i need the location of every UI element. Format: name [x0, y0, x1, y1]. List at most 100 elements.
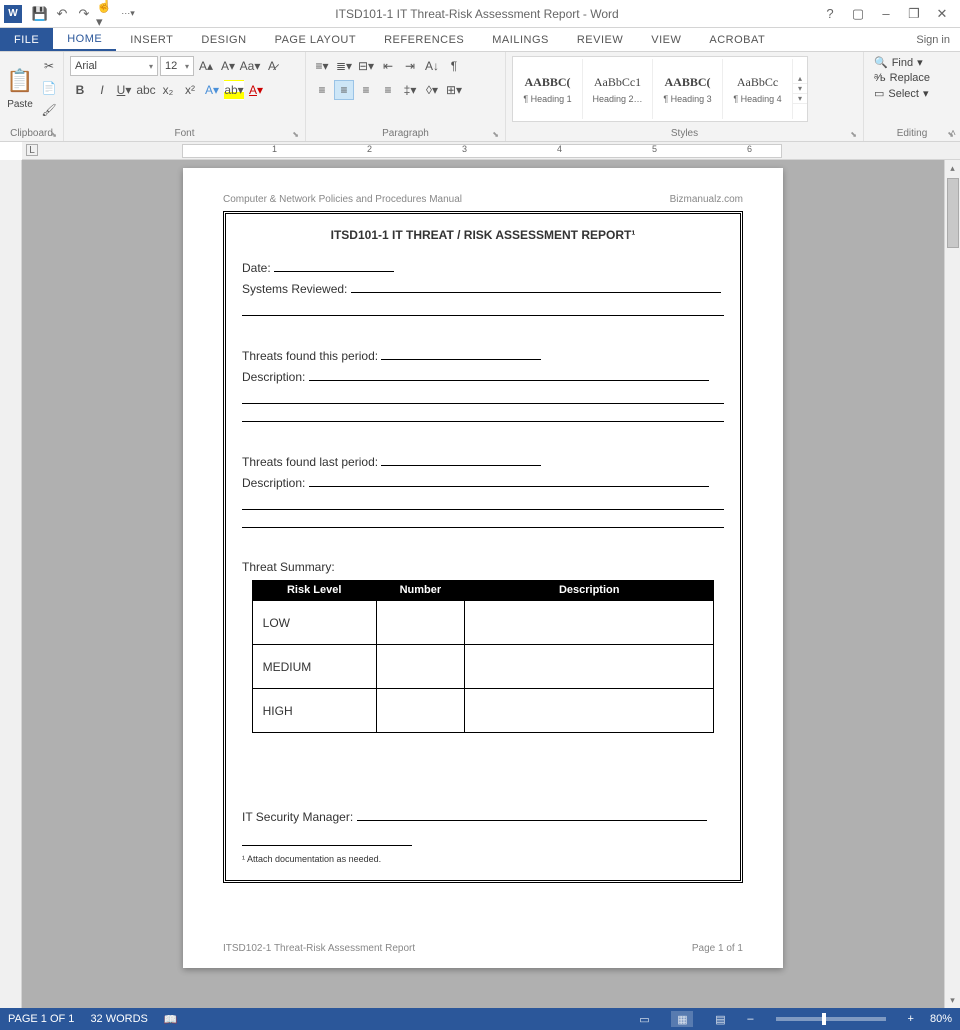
- align-right-button[interactable]: ≡: [356, 80, 376, 100]
- replace-icon: ᵃ⁄ь: [874, 72, 886, 84]
- tab-home[interactable]: HOME: [53, 28, 116, 51]
- qat-customize-icon[interactable]: ⋯▾: [118, 4, 138, 24]
- zoom-level[interactable]: 80%: [930, 1013, 952, 1025]
- group-paragraph: ≡▾ ≣▾ ⊟▾ ⇤ ⇥ A↓ ¶ ≡ ≡ ≡ ≡ ‡▾ ◊▾ ⊞▾ Parag…: [306, 52, 506, 141]
- grow-font-button[interactable]: A▴: [196, 56, 216, 76]
- document-canvas[interactable]: Computer & Network Policies and Procedur…: [22, 160, 944, 1008]
- collapse-ribbon-button[interactable]: ˄: [950, 128, 956, 139]
- decrease-indent-button[interactable]: ⇤: [378, 56, 398, 76]
- shrink-font-button[interactable]: A▾: [218, 56, 238, 76]
- tab-insert[interactable]: INSERT: [116, 28, 187, 51]
- word-app-icon: W: [4, 5, 22, 23]
- window-title: ITSD101-1 IT Threat-Risk Assessment Repo…: [142, 7, 812, 21]
- cut-button[interactable]: ✂: [39, 56, 59, 76]
- align-left-button[interactable]: ≡: [312, 80, 332, 100]
- scroll-thumb[interactable]: [947, 178, 959, 248]
- web-layout-button[interactable]: ▤: [709, 1011, 731, 1027]
- print-layout-button[interactable]: ▦: [671, 1011, 693, 1027]
- bullets-button[interactable]: ≡▾: [312, 56, 332, 76]
- numbering-button[interactable]: ≣▾: [334, 56, 354, 76]
- font-color-button[interactable]: A▾: [246, 80, 266, 100]
- paste-button[interactable]: 📋 Paste: [4, 54, 36, 120]
- text-effects-button[interactable]: A▾: [202, 80, 222, 100]
- sign-in-link[interactable]: Sign in: [906, 28, 960, 51]
- touch-mode-icon[interactable]: ☝▾: [96, 4, 116, 24]
- document-page[interactable]: Computer & Network Policies and Procedur…: [183, 168, 783, 968]
- save-icon[interactable]: 💾: [30, 4, 50, 24]
- line-spacing-button[interactable]: ‡▾: [400, 80, 420, 100]
- subscript-button[interactable]: x₂: [158, 80, 178, 100]
- minimize-button[interactable]: –: [876, 6, 896, 21]
- align-center-button[interactable]: ≡: [334, 80, 354, 100]
- italic-button[interactable]: I: [92, 80, 112, 100]
- font-name-select[interactable]: Arial: [70, 56, 158, 76]
- tab-view[interactable]: VIEW: [637, 28, 695, 51]
- group-label-editing: Editing: [868, 126, 956, 141]
- field-manager: IT Security Manager:: [242, 809, 724, 824]
- styles-gallery[interactable]: AABBC(¶ Heading 1 AaBbCc1Heading 2… AABB…: [512, 56, 808, 122]
- restore-button[interactable]: ❐: [904, 6, 924, 22]
- bold-button[interactable]: B: [70, 80, 90, 100]
- multilevel-list-button[interactable]: ⊟▾: [356, 56, 376, 76]
- zoom-slider[interactable]: [776, 1017, 886, 1021]
- find-button[interactable]: 🔍Find ▾: [874, 56, 930, 69]
- zoom-out-button[interactable]: –: [747, 1013, 753, 1025]
- help-button[interactable]: ?: [820, 6, 840, 21]
- page-indicator[interactable]: PAGE 1 OF 1: [8, 1013, 74, 1025]
- borders-button[interactable]: ⊞▾: [444, 80, 464, 100]
- tab-selector[interactable]: L: [26, 144, 38, 156]
- zoom-in-button[interactable]: +: [908, 1013, 914, 1025]
- highlight-button[interactable]: ab▾: [224, 80, 244, 100]
- work-area: Computer & Network Policies and Procedur…: [0, 160, 960, 1008]
- clear-formatting-button[interactable]: A̷: [262, 56, 282, 76]
- title-bar: W 💾 ↶ ↷ ☝▾ ⋯▾ ITSD101-1 IT Threat-Risk A…: [0, 0, 960, 28]
- table-row: MEDIUM: [252, 645, 714, 689]
- close-button[interactable]: ✕: [932, 6, 952, 22]
- scroll-up-icon[interactable]: ▴: [945, 160, 960, 176]
- style-heading-1[interactable]: AABBC(¶ Heading 1: [513, 59, 583, 119]
- group-label-clipboard: Clipboard: [4, 126, 59, 141]
- field-desc-1: Description:: [242, 369, 724, 384]
- strikethrough-button[interactable]: abc: [136, 80, 156, 100]
- horizontal-ruler[interactable]: L 1 2 3 4 5 6: [22, 142, 960, 160]
- threat-summary-table: Risk LevelNumberDescription LOW MEDIUM H…: [252, 580, 715, 733]
- style-heading-2[interactable]: AaBbCc1Heading 2…: [583, 59, 653, 119]
- read-mode-button[interactable]: ▭: [633, 1011, 655, 1027]
- field-desc-2: Description:: [242, 475, 724, 490]
- doc-body: ITSD101-1 IT THREAT / RISK ASSESSMENT RE…: [223, 211, 743, 883]
- ribbon-options-button[interactable]: ▢: [848, 6, 868, 22]
- justify-button[interactable]: ≡: [378, 80, 398, 100]
- style-heading-3[interactable]: AABBC(¶ Heading 3: [653, 59, 723, 119]
- shading-button[interactable]: ◊▾: [422, 80, 442, 100]
- font-size-select[interactable]: 12: [160, 56, 194, 76]
- superscript-button[interactable]: x²: [180, 80, 200, 100]
- vertical-ruler[interactable]: [0, 160, 22, 1008]
- underline-button[interactable]: U▾: [114, 80, 134, 100]
- word-count[interactable]: 32 WORDS: [90, 1013, 147, 1025]
- doc-footer: ITSD102-1 Threat-Risk Assessment Report …: [223, 943, 743, 954]
- tab-design[interactable]: DESIGN: [187, 28, 260, 51]
- copy-button[interactable]: 📄: [39, 78, 59, 98]
- redo-icon[interactable]: ↷: [74, 4, 94, 24]
- format-painter-button[interactable]: 🖌: [39, 100, 59, 120]
- select-icon: ▭: [874, 87, 884, 100]
- show-marks-button[interactable]: ¶: [444, 56, 464, 76]
- undo-icon[interactable]: ↶: [52, 4, 72, 24]
- increase-indent-button[interactable]: ⇥: [400, 56, 420, 76]
- tab-mailings[interactable]: MAILINGS: [478, 28, 563, 51]
- tab-references[interactable]: REFERENCES: [370, 28, 478, 51]
- footnote: ¹ Attach documentation as needed.: [242, 854, 724, 864]
- tab-page-layout[interactable]: PAGE LAYOUT: [261, 28, 371, 51]
- replace-button[interactable]: ᵃ⁄ьReplace: [874, 72, 930, 84]
- change-case-button[interactable]: Aa▾: [240, 56, 260, 76]
- select-button[interactable]: ▭Select ▾: [874, 87, 930, 100]
- spellcheck-icon[interactable]: 📖: [164, 1013, 178, 1026]
- tab-file[interactable]: FILE: [0, 28, 53, 51]
- vertical-scrollbar[interactable]: ▴ ▾: [944, 160, 960, 1008]
- tab-review[interactable]: REVIEW: [563, 28, 637, 51]
- tab-acrobat[interactable]: ACROBAT: [695, 28, 779, 51]
- styles-scroll[interactable]: ▴▾▾: [793, 74, 807, 104]
- sort-button[interactable]: A↓: [422, 56, 442, 76]
- scroll-down-icon[interactable]: ▾: [945, 992, 960, 1008]
- style-heading-4[interactable]: AaBbCc¶ Heading 4: [723, 59, 793, 119]
